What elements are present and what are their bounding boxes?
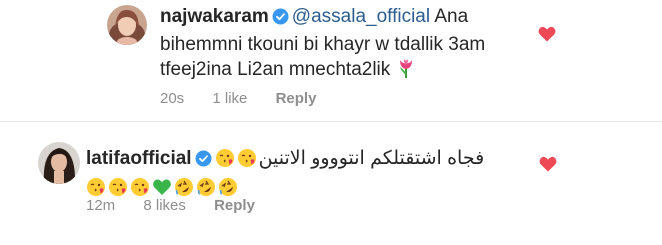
comment-body: najwakaram @assala_official Ana bihemmni … xyxy=(160,4,540,86)
face-blowing-kiss-icon xyxy=(215,148,235,175)
reply-button[interactable]: Reply xyxy=(214,197,255,214)
avatar[interactable] xyxy=(107,5,147,45)
timestamp: 12m xyxy=(86,197,116,214)
comment-meta: 12m 8 likes Reply xyxy=(86,197,279,214)
verified-badge-icon xyxy=(272,7,289,32)
avatar[interactable] xyxy=(38,142,80,184)
face-blowing-kiss-icon xyxy=(237,148,257,175)
username[interactable]: latifaofficial xyxy=(86,148,192,169)
verified-badge-icon xyxy=(195,149,212,174)
mention-link[interactable]: @assala_official xyxy=(292,6,430,27)
likes-count[interactable]: 1 like xyxy=(212,90,247,107)
reply-button[interactable]: Reply xyxy=(276,90,317,107)
username[interactable]: najwakaram xyxy=(160,6,269,27)
tulip-icon xyxy=(396,57,416,86)
comment-meta: 20s 1 like Reply xyxy=(160,90,340,107)
comment-najwakaram: najwakaram @assala_official Ana bihemmni … xyxy=(0,0,662,120)
likes-count[interactable]: 8 likes xyxy=(143,197,186,214)
timestamp: 20s xyxy=(160,90,185,107)
like-heart-icon[interactable] xyxy=(539,156,557,172)
like-heart-icon[interactable] xyxy=(538,26,556,42)
comment-latifaofficial: latifaofficial فجاه اشتقتلكم انتوووو الات… xyxy=(0,124,662,245)
divider xyxy=(0,121,662,122)
comment-body: latifaofficial فجاه اشتقتلكم انتوووو الات… xyxy=(86,146,526,204)
comment-text: فجاه اشتقتلكم انتوووو الاتنين xyxy=(258,148,485,169)
